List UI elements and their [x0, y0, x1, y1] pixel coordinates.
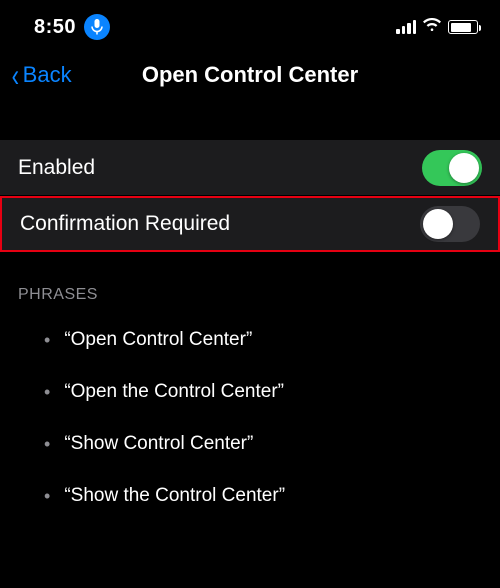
cellular-icon [396, 20, 416, 34]
phrase-text: “Open Control Center” [64, 329, 252, 351]
mic-icon [84, 14, 110, 40]
page-title: Open Control Center [142, 62, 358, 88]
confirmation-toggle[interactable] [420, 206, 480, 242]
bullet-icon: • [44, 383, 50, 401]
list-item: • “Open Control Center” [18, 314, 482, 366]
status-bar: 8:50 [0, 0, 500, 50]
enabled-toggle[interactable] [422, 150, 482, 186]
status-right [396, 18, 478, 37]
bullet-icon: • [44, 487, 50, 505]
phrase-text: “Show the Control Center” [64, 485, 285, 507]
wifi-icon [422, 18, 442, 37]
enabled-label: Enabled [18, 156, 95, 180]
confirmation-label: Confirmation Required [20, 212, 230, 236]
phrase-text: “Show Control Center” [64, 433, 253, 455]
battery-icon [448, 20, 478, 34]
spacer [0, 110, 500, 140]
list-item: • “Open the Control Center” [18, 366, 482, 418]
status-left: 8:50 [34, 14, 110, 40]
status-time: 8:50 [34, 16, 76, 39]
phrases-list: • “Open Control Center” • “Open the Cont… [0, 314, 500, 522]
bullet-icon: • [44, 331, 50, 349]
back-label: Back [23, 62, 72, 88]
nav-bar: ‹ Back Open Control Center [0, 50, 500, 110]
list-item: • “Show the Control Center” [18, 470, 482, 522]
confirmation-row: Confirmation Required [0, 196, 500, 252]
phrase-text: “Open the Control Center” [64, 381, 284, 403]
enabled-row: Enabled [0, 140, 500, 196]
bullet-icon: • [44, 435, 50, 453]
list-item: • “Show Control Center” [18, 418, 482, 470]
back-button[interactable]: ‹ Back [10, 62, 72, 88]
phrases-header: PHRASES [0, 252, 500, 314]
